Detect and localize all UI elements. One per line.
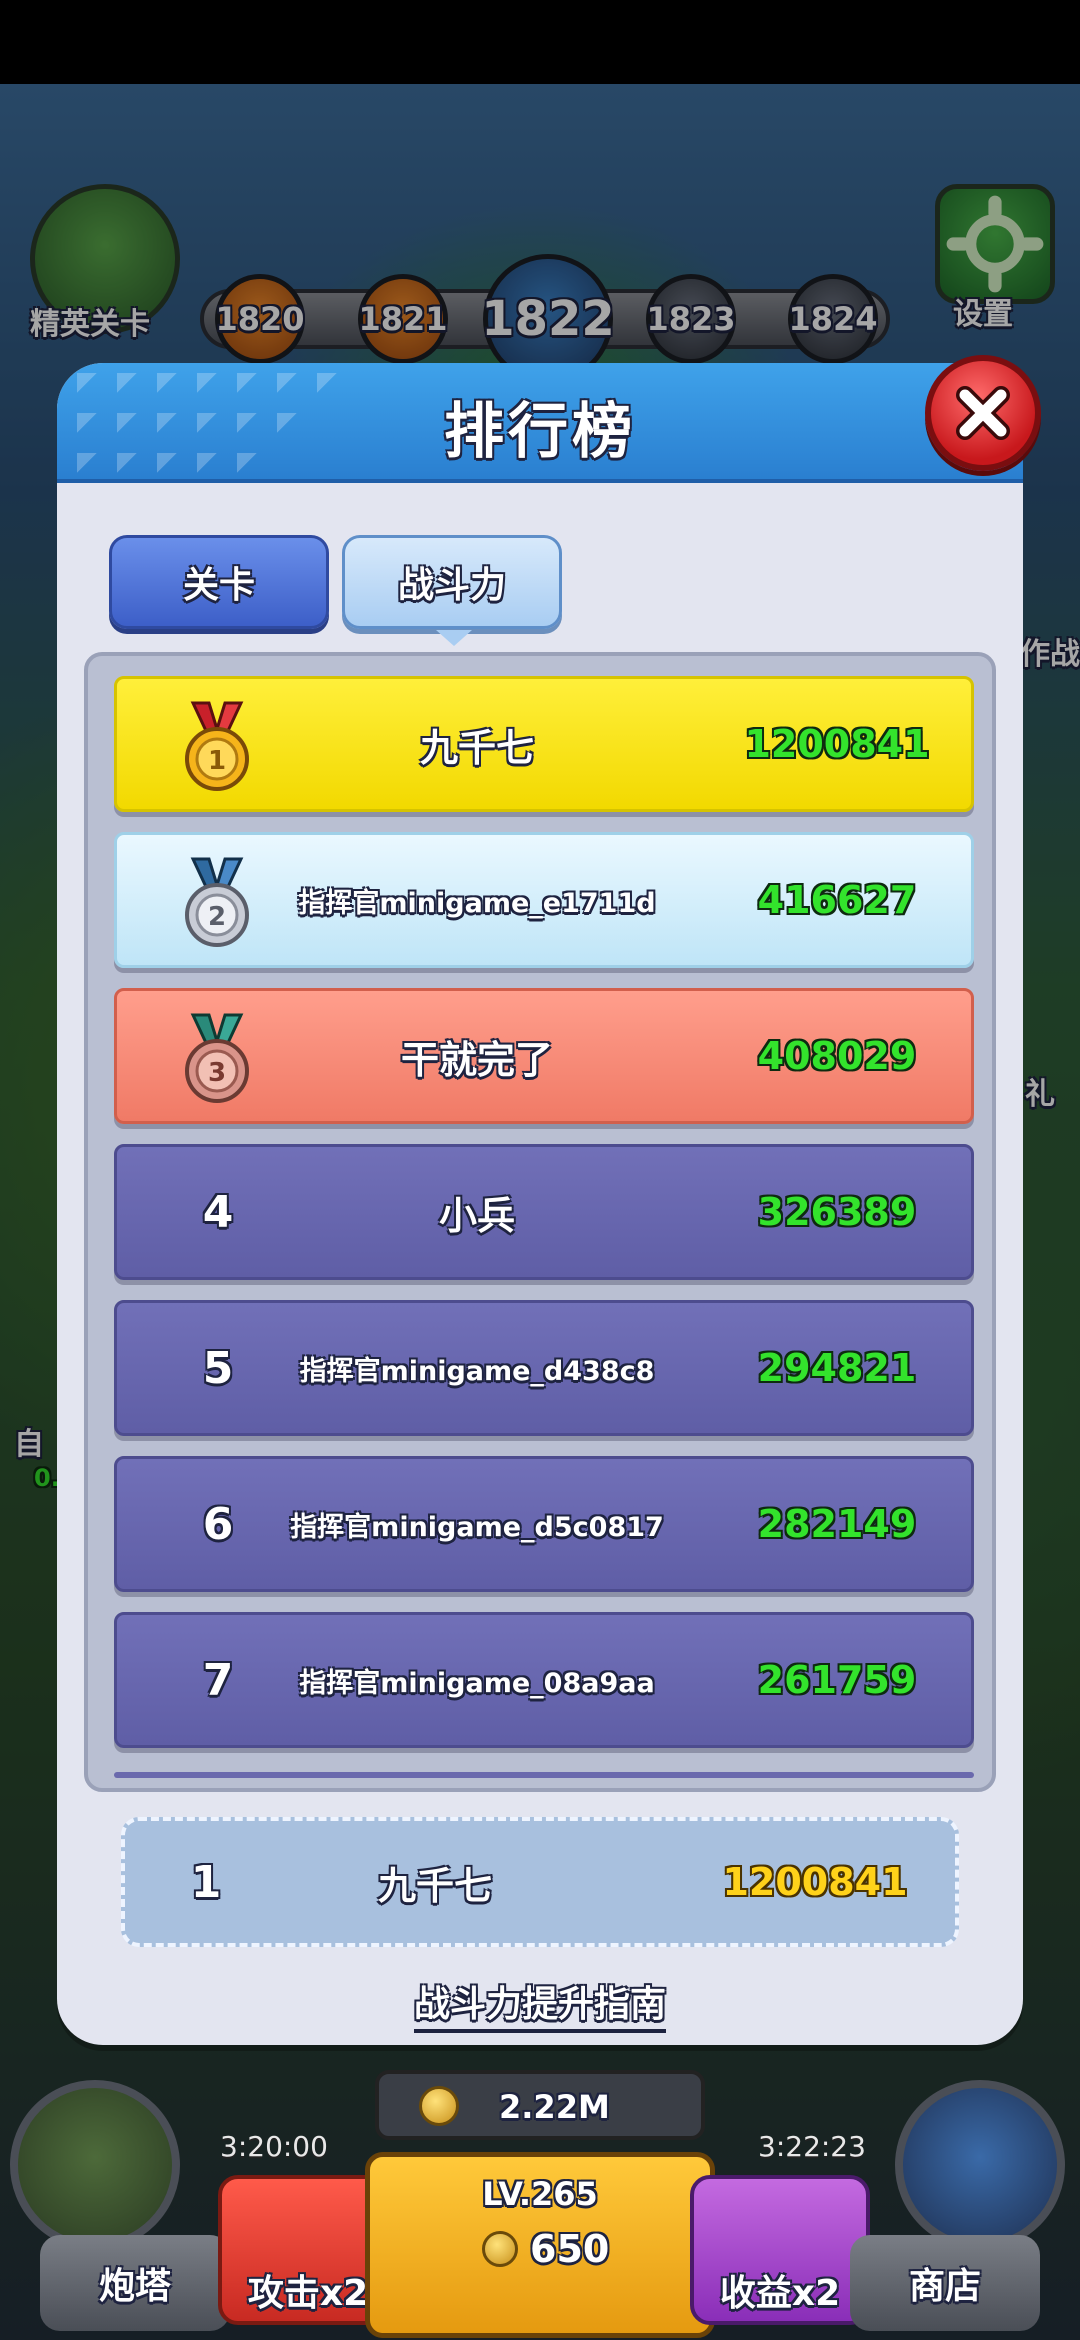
shop-button[interactable] [895, 2080, 1065, 2250]
coin-counter: 2.22M [375, 2070, 705, 2140]
upgrade-button[interactable]: LV.265 650 [365, 2152, 715, 2338]
timer-left: 3:20:00 [220, 2130, 328, 2163]
dialog-title: 排行榜 [444, 397, 636, 467]
svg-text:1: 1 [208, 746, 226, 776]
coin-icon [419, 2086, 459, 2126]
leaderboard-list[interactable]: 1 九千七 1200841 2 指挥官minigame_e1711d 41662… [84, 652, 996, 1792]
bottom-hud: 2.22M 3:20:00 3:22:23 炮塔 攻击x2 LV.265 650… [0, 2060, 1080, 2340]
silver-medal-icon: 2 [185, 857, 249, 947]
gold-medal-icon: 1 [185, 701, 249, 791]
leaderboard-row-5[interactable]: 5 指挥官minigame_d438c8 294821 [114, 1300, 974, 1436]
income-boost-label: 收益x2 [719, 2273, 841, 2314]
my-rank-row: 1 九千七 1200841 [121, 1817, 959, 1947]
coin-icon [482, 2231, 518, 2267]
leaderboard-row-1[interactable]: 1 九千七 1200841 [114, 676, 974, 812]
tab-level[interactable]: 关卡 [109, 535, 329, 629]
player-name: 小兵 [438, 1193, 515, 1238]
combat-power-score: 1200841 [744, 722, 930, 766]
attack-boost-label: 攻击x2 [247, 2273, 369, 2314]
coin-amount: 2.22M [499, 2088, 610, 2126]
leaderboard-row-2[interactable]: 2 指挥官minigame_e1711d 416627 [114, 832, 974, 968]
dialog-header: 排行榜 [57, 363, 1023, 483]
tab-combat-power[interactable]: 战斗力 [342, 535, 562, 629]
player-name: 九千七 [419, 725, 534, 770]
combat-power-score: 282149 [757, 1502, 917, 1546]
leaderboard-row-7[interactable]: 7 指挥官minigame_08a9aa 261759 [114, 1612, 974, 1748]
rank-number: 5 [202, 1342, 234, 1394]
combat-power-score: 416627 [757, 878, 917, 922]
player-name: 指挥官minigame_e1711d [298, 887, 656, 919]
player-name: 指挥官minigame_08a9aa [299, 1667, 655, 1699]
combat-power-guide-link[interactable]: 战斗力提升指南 [0, 1975, 1080, 2033]
combat-power-score: 261759 [757, 1658, 917, 1702]
status-bar [0, 0, 1080, 84]
close-icon [956, 386, 1010, 440]
shop-label[interactable]: 商店 [850, 2235, 1040, 2331]
turret-label[interactable]: 炮塔 [40, 2235, 230, 2331]
svg-text:2: 2 [208, 902, 226, 932]
bronze-medal-icon: 3 [185, 1013, 249, 1103]
player-name: 干就完了 [400, 1037, 553, 1082]
player-name: 指挥官minigame_d5c0817 [290, 1511, 664, 1543]
combat-power-score: 294821 [757, 1346, 917, 1390]
player-level: LV.265 [482, 2175, 598, 2213]
svg-text:3: 3 [208, 1058, 226, 1088]
my-player-name: 九千七 [377, 1863, 492, 1908]
income-boost-button[interactable]: 收益x2 [690, 2175, 870, 2325]
leaderboard-row-6[interactable]: 6 指挥官minigame_d5c0817 282149 [114, 1456, 974, 1592]
combat-power-score: 326389 [757, 1190, 917, 1234]
player-name: 指挥官minigame_d438c8 [299, 1355, 655, 1387]
turret-button[interactable] [10, 2080, 180, 2250]
leaderboard-row-3[interactable]: 3 干就完了 408029 [114, 988, 974, 1124]
my-combat-power-score: 1200841 [722, 1860, 908, 1904]
close-button[interactable] [925, 355, 1041, 471]
guide-link-label: 战斗力提升指南 [413, 1984, 666, 2033]
active-tab-pointer [436, 630, 472, 646]
timer-right: 3:22:23 [758, 2130, 866, 2163]
rank-number: 6 [202, 1498, 234, 1550]
rank-number: 7 [202, 1654, 234, 1706]
combat-power-score: 408029 [757, 1034, 917, 1078]
leaderboard-row-4[interactable]: 4 小兵 326389 [114, 1144, 974, 1280]
rank-number: 4 [202, 1186, 234, 1238]
list-scroll-edge [114, 1772, 974, 1778]
upgrade-cost: 650 [530, 2227, 610, 2271]
